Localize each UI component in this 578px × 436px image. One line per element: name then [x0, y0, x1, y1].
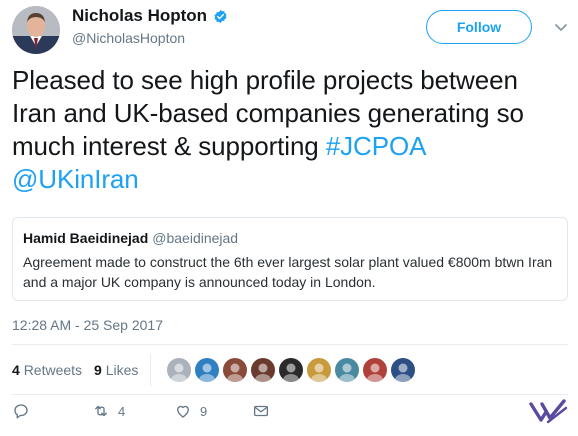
liker-avatar[interactable]	[391, 358, 416, 382]
liker-avatar[interactable]	[167, 358, 192, 382]
liker-avatar[interactable]	[195, 358, 220, 382]
hashtag-link[interactable]: #JCPOA	[326, 131, 427, 161]
mention-link[interactable]: @UKinIran	[12, 164, 139, 194]
reply-icon	[14, 404, 28, 419]
liker-avatars	[167, 358, 416, 382]
liker-avatar[interactable]	[279, 358, 304, 382]
retweet-icon	[95, 405, 107, 417]
divider	[12, 394, 568, 395]
quoted-author-name: Hamid Baeidinejad	[23, 230, 149, 246]
author-handle[interactable]: @NicholasHopton	[72, 30, 228, 46]
likes-label: Likes	[105, 362, 139, 378]
tweet-timestamp[interactable]: 12:28 AM - 25 Sep 2017	[12, 317, 163, 333]
follow-button[interactable]: Follow	[426, 10, 532, 44]
tweet-body: Pleased to see high profile projects bet…	[12, 65, 524, 161]
reply-button[interactable]	[12, 402, 38, 420]
liker-avatar[interactable]	[223, 358, 248, 382]
engagement-stats: 4 Retweets 9 Likes	[12, 352, 568, 388]
like-button[interactable]: 9	[174, 402, 207, 420]
author-block: Nicholas Hopton @NicholasHopton	[72, 6, 228, 46]
divider	[12, 344, 568, 345]
liker-avatar[interactable]	[363, 358, 388, 382]
liker-avatar[interactable]	[307, 358, 332, 382]
chevron-down-icon[interactable]	[554, 20, 568, 34]
retweet-action-count: 4	[118, 403, 126, 419]
heart-icon	[177, 405, 189, 418]
brand-logo-icon	[528, 398, 568, 426]
quoted-tweet[interactable]: Hamid Baeidinejad @baeidinejad Agreement …	[12, 217, 568, 301]
verified-badge-icon	[213, 9, 228, 24]
liker-avatar[interactable]	[335, 358, 360, 382]
stats-separator	[150, 354, 152, 386]
liker-avatar[interactable]	[251, 358, 276, 382]
tweet-header: Nicholas Hopton @NicholasHopton Follow	[12, 4, 568, 54]
likes-count: 9	[94, 362, 102, 378]
envelope-icon	[253, 405, 269, 417]
tweet-actions: 4 9	[12, 402, 568, 430]
quoted-author-handle: @baeidinejad	[152, 230, 239, 246]
tweet-text: Pleased to see high profile projects bet…	[12, 64, 568, 196]
like-action-count: 9	[200, 403, 208, 419]
author-name[interactable]: Nicholas Hopton	[72, 6, 207, 26]
retweets-count: 4	[12, 362, 20, 378]
retweet-button[interactable]: 4	[92, 402, 125, 420]
author-avatar[interactable]	[12, 6, 60, 54]
retweets-label: Retweets	[23, 362, 83, 378]
direct-message-button[interactable]	[252, 402, 270, 420]
quoted-tweet-text: Agreement made to construct the 6th ever…	[23, 254, 553, 290]
likes-stat[interactable]: 9 Likes	[94, 362, 138, 378]
retweets-stat[interactable]: 4 Retweets	[12, 362, 82, 378]
